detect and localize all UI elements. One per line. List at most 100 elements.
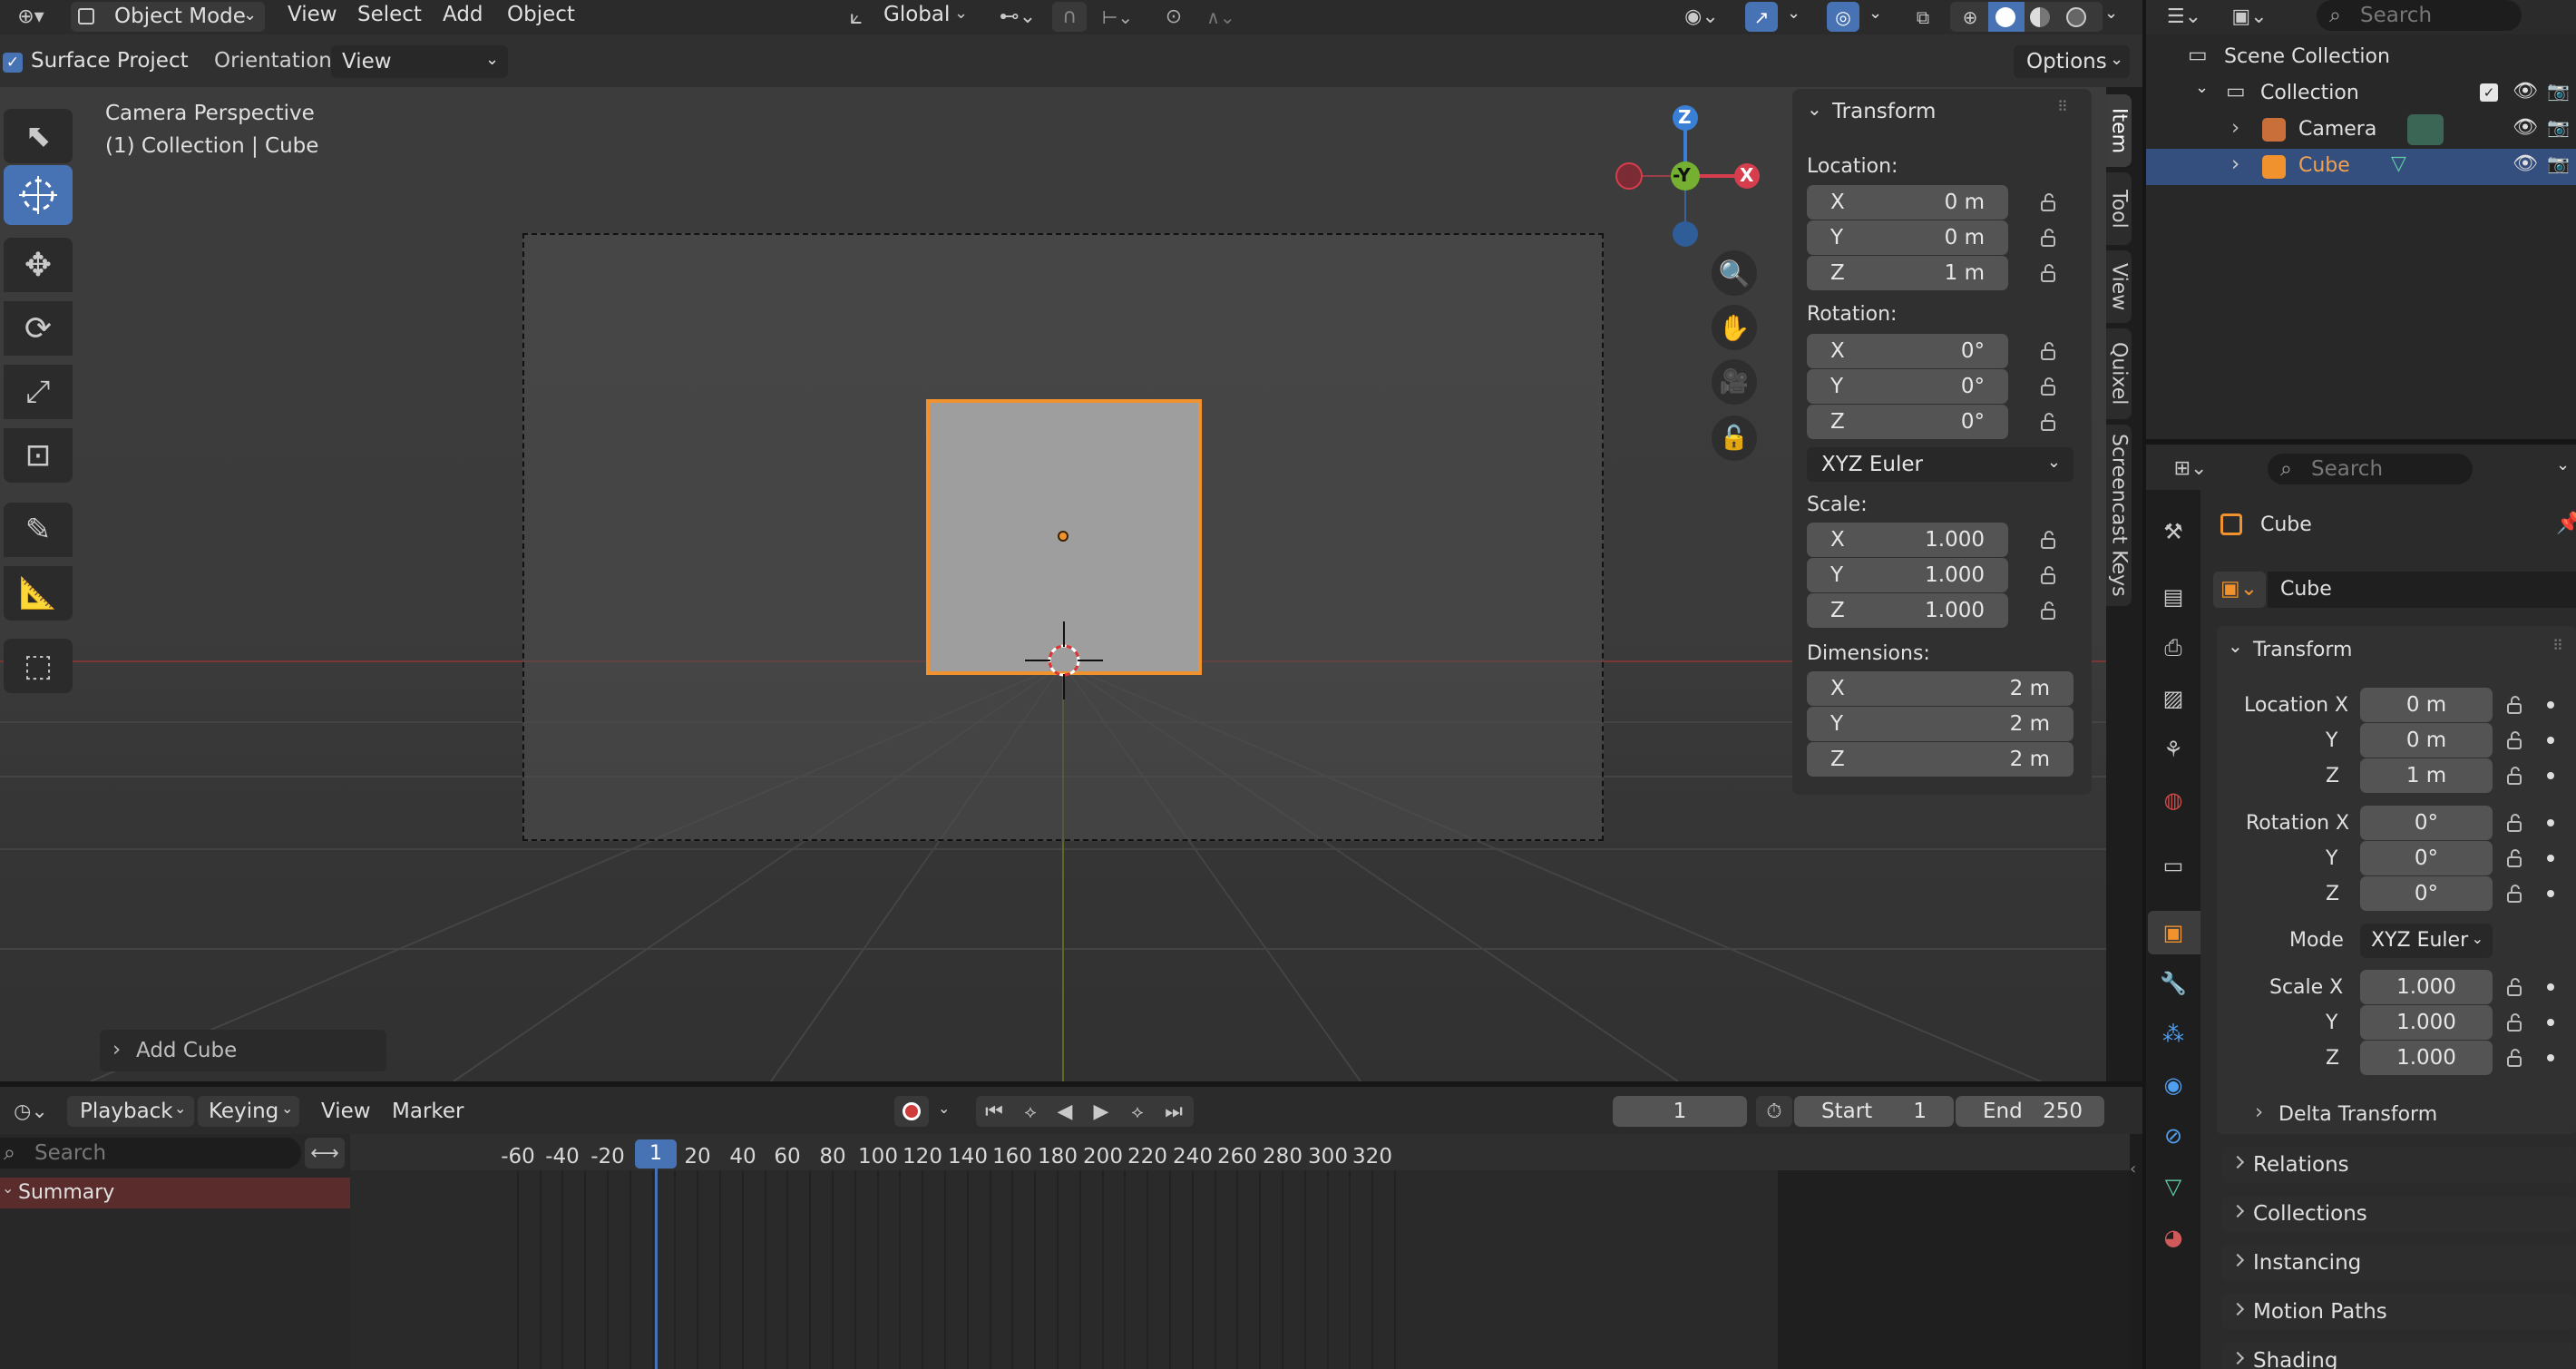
menu-add[interactable]: Add	[443, 5, 483, 25]
lock-icon[interactable]	[2037, 600, 2059, 621]
modifier-properties-icon[interactable]: 🔧	[2150, 967, 2197, 1000]
rotate-tool-icon[interactable]: ⟳	[4, 301, 73, 356]
annotate-tool-icon[interactable]: ✎	[4, 503, 73, 557]
pan-hand-icon[interactable]: ✋	[1712, 305, 1757, 350]
constraints-properties-icon[interactable]: ⊘	[2150, 1120, 2197, 1152]
timeline-menu-marker[interactable]: Marker	[392, 1101, 464, 1122]
transform-tool-icon[interactable]: ⊡	[4, 428, 73, 483]
lock-icon[interactable]	[2503, 847, 2525, 869]
playhead[interactable]: 1	[635, 1139, 677, 1169]
lock-icon[interactable]	[2503, 765, 2525, 787]
lock-icon[interactable]	[2503, 1047, 2525, 1069]
play-icon[interactable]: ▶	[1085, 1096, 1117, 1127]
keyframe-dot-icon[interactable]	[2547, 890, 2554, 897]
shading-panel[interactable]: Shading	[2222, 1343, 2576, 1369]
lock-icon[interactable]	[2503, 729, 2525, 751]
orientation-dropdown[interactable]: View ⌄	[331, 45, 508, 78]
scene-collection-label[interactable]: Scene Collection	[2224, 47, 2390, 67]
rotation-y-field[interactable]: Y 0°	[1807, 369, 2008, 404]
outliner-row-cube[interactable]	[2146, 149, 2576, 185]
scale-tool-icon[interactable]: ⤢	[4, 365, 73, 419]
display-mode-icon[interactable]: ▣⌄	[2222, 2, 2277, 31]
proportional-edit-icon[interactable]: ⊙	[1157, 2, 1190, 32]
keyframe-dot-icon[interactable]	[2547, 1019, 2554, 1026]
data-properties-icon[interactable]: ▽	[2150, 1170, 2197, 1203]
jump-start-icon[interactable]: ⏮	[978, 1096, 1010, 1127]
cursor-tool-icon[interactable]	[4, 165, 73, 225]
keyframe-dot-icon[interactable]	[2547, 701, 2554, 709]
timeline-search-input[interactable]: ⌕ Search	[0, 1138, 301, 1169]
menu-object[interactable]: Object	[507, 5, 575, 25]
prop-location-x-field[interactable]: 0 m	[2360, 688, 2493, 722]
prop-location-z-field[interactable]: 1 m	[2360, 758, 2493, 793]
keyframe-dot-icon[interactable]	[2547, 1054, 2554, 1061]
outliner-editor-icon[interactable]: ☰⌄	[2159, 2, 2210, 31]
keyframe-dot-icon[interactable]	[2547, 772, 2554, 779]
material-shading-icon[interactable]	[2030, 7, 2050, 27]
collections-panel[interactable]: Collections	[2222, 1196, 2576, 1232]
jump-end-icon[interactable]: ⏭	[1157, 1096, 1190, 1127]
tab-tool[interactable]: Tool	[2106, 172, 2132, 245]
lock-icon[interactable]	[2503, 883, 2525, 905]
add-cube-tool-icon[interactable]: ⬚	[4, 639, 73, 693]
menu-select[interactable]: Select	[357, 5, 422, 25]
lock-icon[interactable]	[2037, 376, 2059, 397]
lock-icon[interactable]	[2503, 812, 2525, 834]
surface-project-checkbox[interactable]: ✓	[3, 53, 23, 73]
eye-icon[interactable]: 👁	[2513, 154, 2538, 174]
instancing-panel[interactable]: Instancing	[2222, 1245, 2576, 1281]
tool-properties-icon[interactable]: ⚒	[2150, 515, 2197, 548]
tab-quixel[interactable]: Quixel	[2106, 328, 2132, 419]
lock-icon[interactable]	[2037, 262, 2059, 284]
options-dropdown[interactable]: Options ⌄	[2014, 45, 2130, 78]
chevron-down-icon[interactable]: ⌄	[954, 5, 968, 22]
eye-icon[interactable]: 👁	[2513, 82, 2538, 102]
end-frame-field[interactable]: End 250	[1956, 1096, 2104, 1127]
physics-properties-icon[interactable]: ◉	[2150, 1069, 2197, 1101]
chevron-down-icon[interactable]: ⌄	[2556, 457, 2570, 474]
pin-icon[interactable]: 📌	[2556, 513, 2576, 534]
pivot-icon[interactable]: ⊷⌄	[992, 2, 1043, 31]
tab-item[interactable]: Item	[2106, 94, 2132, 167]
measure-tool-icon[interactable]: 📐	[4, 566, 73, 621]
tab-screencast-keys[interactable]: Screencast Keys	[2106, 425, 2132, 606]
rotation-mode-dropdown[interactable]: XYZ Euler ⌄	[1807, 447, 2073, 482]
wireframe-shading-icon[interactable]: ⊕	[1952, 2, 1988, 32]
chevron-down-icon[interactable]: ⌄	[2195, 80, 2209, 96]
transform-panel-title[interactable]: Transform	[1832, 102, 1936, 122]
play-reverse-icon[interactable]: ◀	[1049, 1096, 1081, 1127]
outliner-item-camera[interactable]: Camera	[2298, 120, 2376, 140]
prop-mode-dropdown[interactable]: XYZ Euler ⌄	[2360, 924, 2493, 958]
lock-icon[interactable]	[2503, 1012, 2525, 1033]
lock-icon[interactable]	[2503, 976, 2525, 998]
dimension-z-field[interactable]: Z 2 m	[1807, 742, 2073, 777]
delta-transform-label[interactable]: Delta Transform	[2278, 1105, 2437, 1125]
chevron-down-icon[interactable]: ⌄	[2104, 5, 2118, 22]
lock-icon[interactable]	[2037, 564, 2059, 586]
rotation-z-field[interactable]: Z 0°	[1807, 405, 2008, 439]
prop-scale-z-field[interactable]: 1.000	[2360, 1041, 2493, 1075]
menu-view[interactable]: View	[288, 5, 337, 25]
lock-view-icon[interactable]: 🔓	[1712, 416, 1757, 461]
lock-icon[interactable]	[2037, 411, 2059, 433]
keyframe-dot-icon[interactable]	[2547, 737, 2554, 744]
particles-properties-icon[interactable]: ⁂	[2150, 1018, 2197, 1051]
location-x-field[interactable]: X 0 m	[1807, 185, 2008, 220]
keyframe-dot-icon[interactable]	[2547, 855, 2554, 862]
outliner-item-cube[interactable]: Cube	[2298, 156, 2350, 176]
chevron-right-icon[interactable]: ›	[2231, 118, 2239, 139]
eye-icon[interactable]: 👁	[2513, 118, 2538, 138]
current-frame-field[interactable]: 1	[1613, 1096, 1747, 1127]
scene-properties-icon[interactable]: ⚘	[2150, 733, 2197, 766]
outliner-search-input[interactable]: ⌕ Search	[2317, 0, 2522, 31]
rendered-shading-icon[interactable]	[2066, 7, 2086, 27]
lock-icon[interactable]	[2037, 227, 2059, 249]
chevron-down-icon[interactable]: ⌄	[938, 1101, 950, 1116]
drag-handle-icon[interactable]: ⠿	[2552, 639, 2563, 653]
location-y-field[interactable]: Y 0 m	[1807, 220, 2008, 255]
playback-menu[interactable]: Playback ⌄	[67, 1096, 194, 1127]
scale-x-field[interactable]: X 1.000	[1807, 523, 2008, 557]
prop-rotation-y-field[interactable]: 0°	[2360, 841, 2493, 875]
keyframe-dot-icon[interactable]	[2547, 983, 2554, 991]
output-properties-icon[interactable]: ⎙	[2150, 631, 2197, 664]
